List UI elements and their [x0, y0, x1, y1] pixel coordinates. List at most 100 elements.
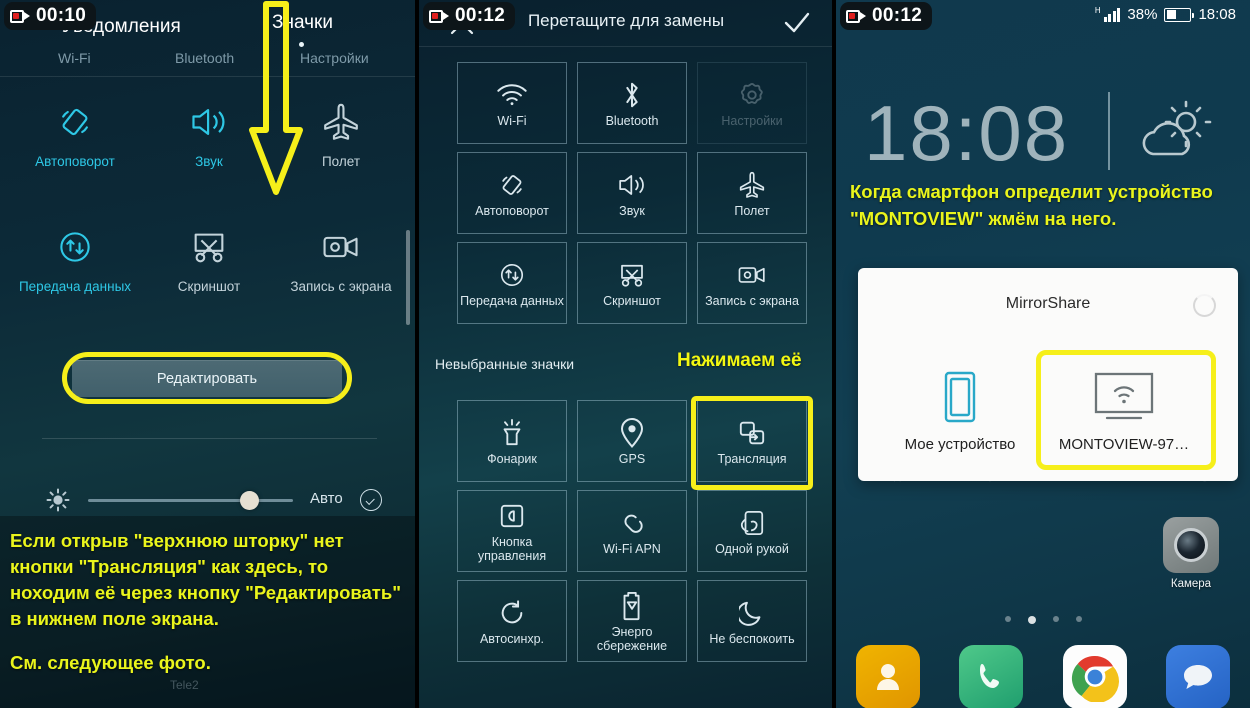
tile-airplane[interactable]: Полет [697, 152, 807, 234]
toggle-label: Запись с экрана [290, 279, 392, 294]
tile-autosync[interactable]: Автосинхр. [457, 580, 567, 662]
device-my-device[interactable]: Мое устройство [890, 364, 1030, 453]
tile-label: Энерго сбережение [596, 625, 668, 653]
auto-rotate-icon [6, 98, 144, 146]
moon-icon [739, 596, 765, 630]
toggle-screenshot[interactable]: Скриншот [140, 223, 278, 295]
tile-label: GPS [618, 452, 646, 466]
page-dot-active[interactable] [1027, 616, 1036, 624]
toggle-auto-rotate[interactable]: Автоповорот [6, 98, 144, 170]
subtab-wifi[interactable]: Wi-Fi [58, 50, 91, 66]
wifi-apn-icon [618, 506, 646, 540]
panel1-subtab-row: Wi-Fi Bluetooth Настройки [0, 50, 415, 74]
recording-timer: 00:12 [455, 5, 506, 26]
recording-badge: 00:10 [4, 2, 97, 30]
page-dot[interactable] [1004, 616, 1011, 622]
battery-icon [1164, 7, 1195, 22]
recording-badge: 00:12 [423, 2, 516, 30]
camera-icon [1163, 517, 1219, 573]
navdot-icon [499, 499, 525, 533]
tile-bluetooth[interactable]: Bluetooth [577, 62, 687, 144]
tile-label: Автоповорот [475, 204, 549, 218]
record-camera-icon [10, 9, 30, 23]
screen-record-icon [736, 258, 768, 292]
divider [0, 76, 415, 77]
tile-label: Звук [619, 204, 645, 218]
chrome-icon[interactable] [1062, 645, 1127, 708]
status-bar: H 38% 18:08 [1095, 6, 1236, 24]
scrollbar-thumb[interactable] [406, 230, 410, 325]
lockscreen-clock: 18:08 [864, 89, 1070, 177]
tile-one-hand[interactable]: Одной рукой [697, 490, 807, 572]
signal-bars-icon: H [1095, 6, 1121, 22]
quick-toggle-grid: Автоповорот Звук Полет Передача данных С… [0, 98, 415, 348]
tile-wifi-apn[interactable]: Wi-Fi APN [577, 490, 687, 572]
divider [42, 438, 377, 439]
tile-label: Кнопка управления [477, 535, 547, 563]
tile-sound[interactable]: Звук [577, 152, 687, 234]
tile-data-transfer[interactable]: Передача данных [457, 242, 567, 324]
battery-percent: 38% [1127, 6, 1158, 23]
flashlight-icon [498, 416, 526, 450]
check-icon[interactable] [783, 10, 811, 41]
annotation-press-it: Нажимаем её [677, 350, 802, 371]
tile-screen-record[interactable]: Запись с экрана [697, 242, 807, 324]
tile-label: Запись с экрана [705, 294, 799, 308]
data-transfer-icon [6, 223, 144, 271]
tile-label: Не беспокоить [709, 632, 795, 646]
phone-dial-icon[interactable] [959, 645, 1024, 708]
annotation-text-2: См. следующее фото. [10, 652, 211, 673]
brightness-auto-checkbox[interactable] [360, 489, 382, 511]
toggle-screen-record[interactable]: Запись с экрана [272, 223, 410, 295]
airplane-icon [737, 168, 767, 202]
tile-label: Скриншот [603, 294, 661, 308]
yellow-highlight-oval [62, 352, 352, 404]
device-label: Мое устройство [904, 436, 1016, 453]
mirrorshare-title: MirrorShare [1005, 295, 1091, 312]
brightness-slider-handle[interactable] [240, 491, 259, 510]
sun-cloud-icon [1126, 100, 1216, 175]
recording-badge: 00:12 [840, 2, 933, 30]
one-hand-icon [739, 506, 765, 540]
quick-toggle-row: Передача данных Скриншот Запись с экрана [0, 223, 415, 348]
tile-gps[interactable]: GPS [577, 400, 687, 482]
page-dot[interactable] [1075, 616, 1082, 622]
recording-timer: 00:10 [36, 5, 87, 26]
brightness-auto-label: Авто [310, 490, 343, 507]
panel-quick-settings: Уведомления Значки Wi-Fi Bluetooth Настр… [0, 0, 415, 708]
subtab-settings[interactable]: Настройки [300, 50, 369, 66]
screenshot-collage: Уведомления Значки Wi-Fi Bluetooth Настр… [0, 0, 1250, 708]
panel-edit-icons: Перетащите для замены Wi-Fi Bluetooth На… [419, 0, 833, 708]
brightness-slider[interactable] [88, 499, 293, 502]
contacts-icon[interactable] [855, 645, 920, 708]
tile-screenshot[interactable]: Скриншот [577, 242, 687, 324]
yellow-highlight-cast-tile [691, 396, 813, 490]
battery-saver-icon [621, 589, 643, 623]
page-dot[interactable] [1052, 616, 1059, 622]
tile-wifi[interactable]: Wi-Fi [457, 62, 567, 144]
tile-label: Одной рукой [715, 542, 789, 556]
wifi-icon [496, 78, 528, 112]
tile-label: Передача данных [460, 294, 564, 308]
annotation-text-3: Когда смартфон определит устройство "MON… [850, 181, 1213, 229]
yellow-highlight-montoview [1036, 350, 1216, 470]
toggle-data-transfer[interactable]: Передача данных [6, 223, 144, 295]
phone-icon [890, 364, 1030, 430]
recording-timer: 00:12 [872, 5, 923, 26]
tile-label: Настройки [721, 114, 783, 128]
messages-icon[interactable] [1166, 645, 1231, 708]
tile-auto-rotate[interactable]: Автоповорот [457, 152, 567, 234]
tile-label: Bluetooth [605, 114, 659, 128]
tile-settings[interactable]: Настройки [697, 62, 807, 144]
app-camera[interactable]: Камера [1161, 517, 1221, 590]
loading-spinner-icon [1193, 294, 1216, 317]
tile-nav-button[interactable]: Кнопка управления [457, 490, 567, 572]
sync-icon [498, 596, 526, 630]
tile-label: Фонарик [487, 452, 537, 466]
tile-flashlight[interactable]: Фонарик [457, 400, 567, 482]
tile-battery-saver[interactable]: Энерго сбережение [577, 580, 687, 662]
auto-rotate-icon [497, 168, 527, 202]
tile-do-not-disturb[interactable]: Не беспокоить [697, 580, 807, 662]
brightness-icon [46, 488, 70, 517]
subtab-bluetooth[interactable]: Bluetooth [175, 50, 234, 66]
